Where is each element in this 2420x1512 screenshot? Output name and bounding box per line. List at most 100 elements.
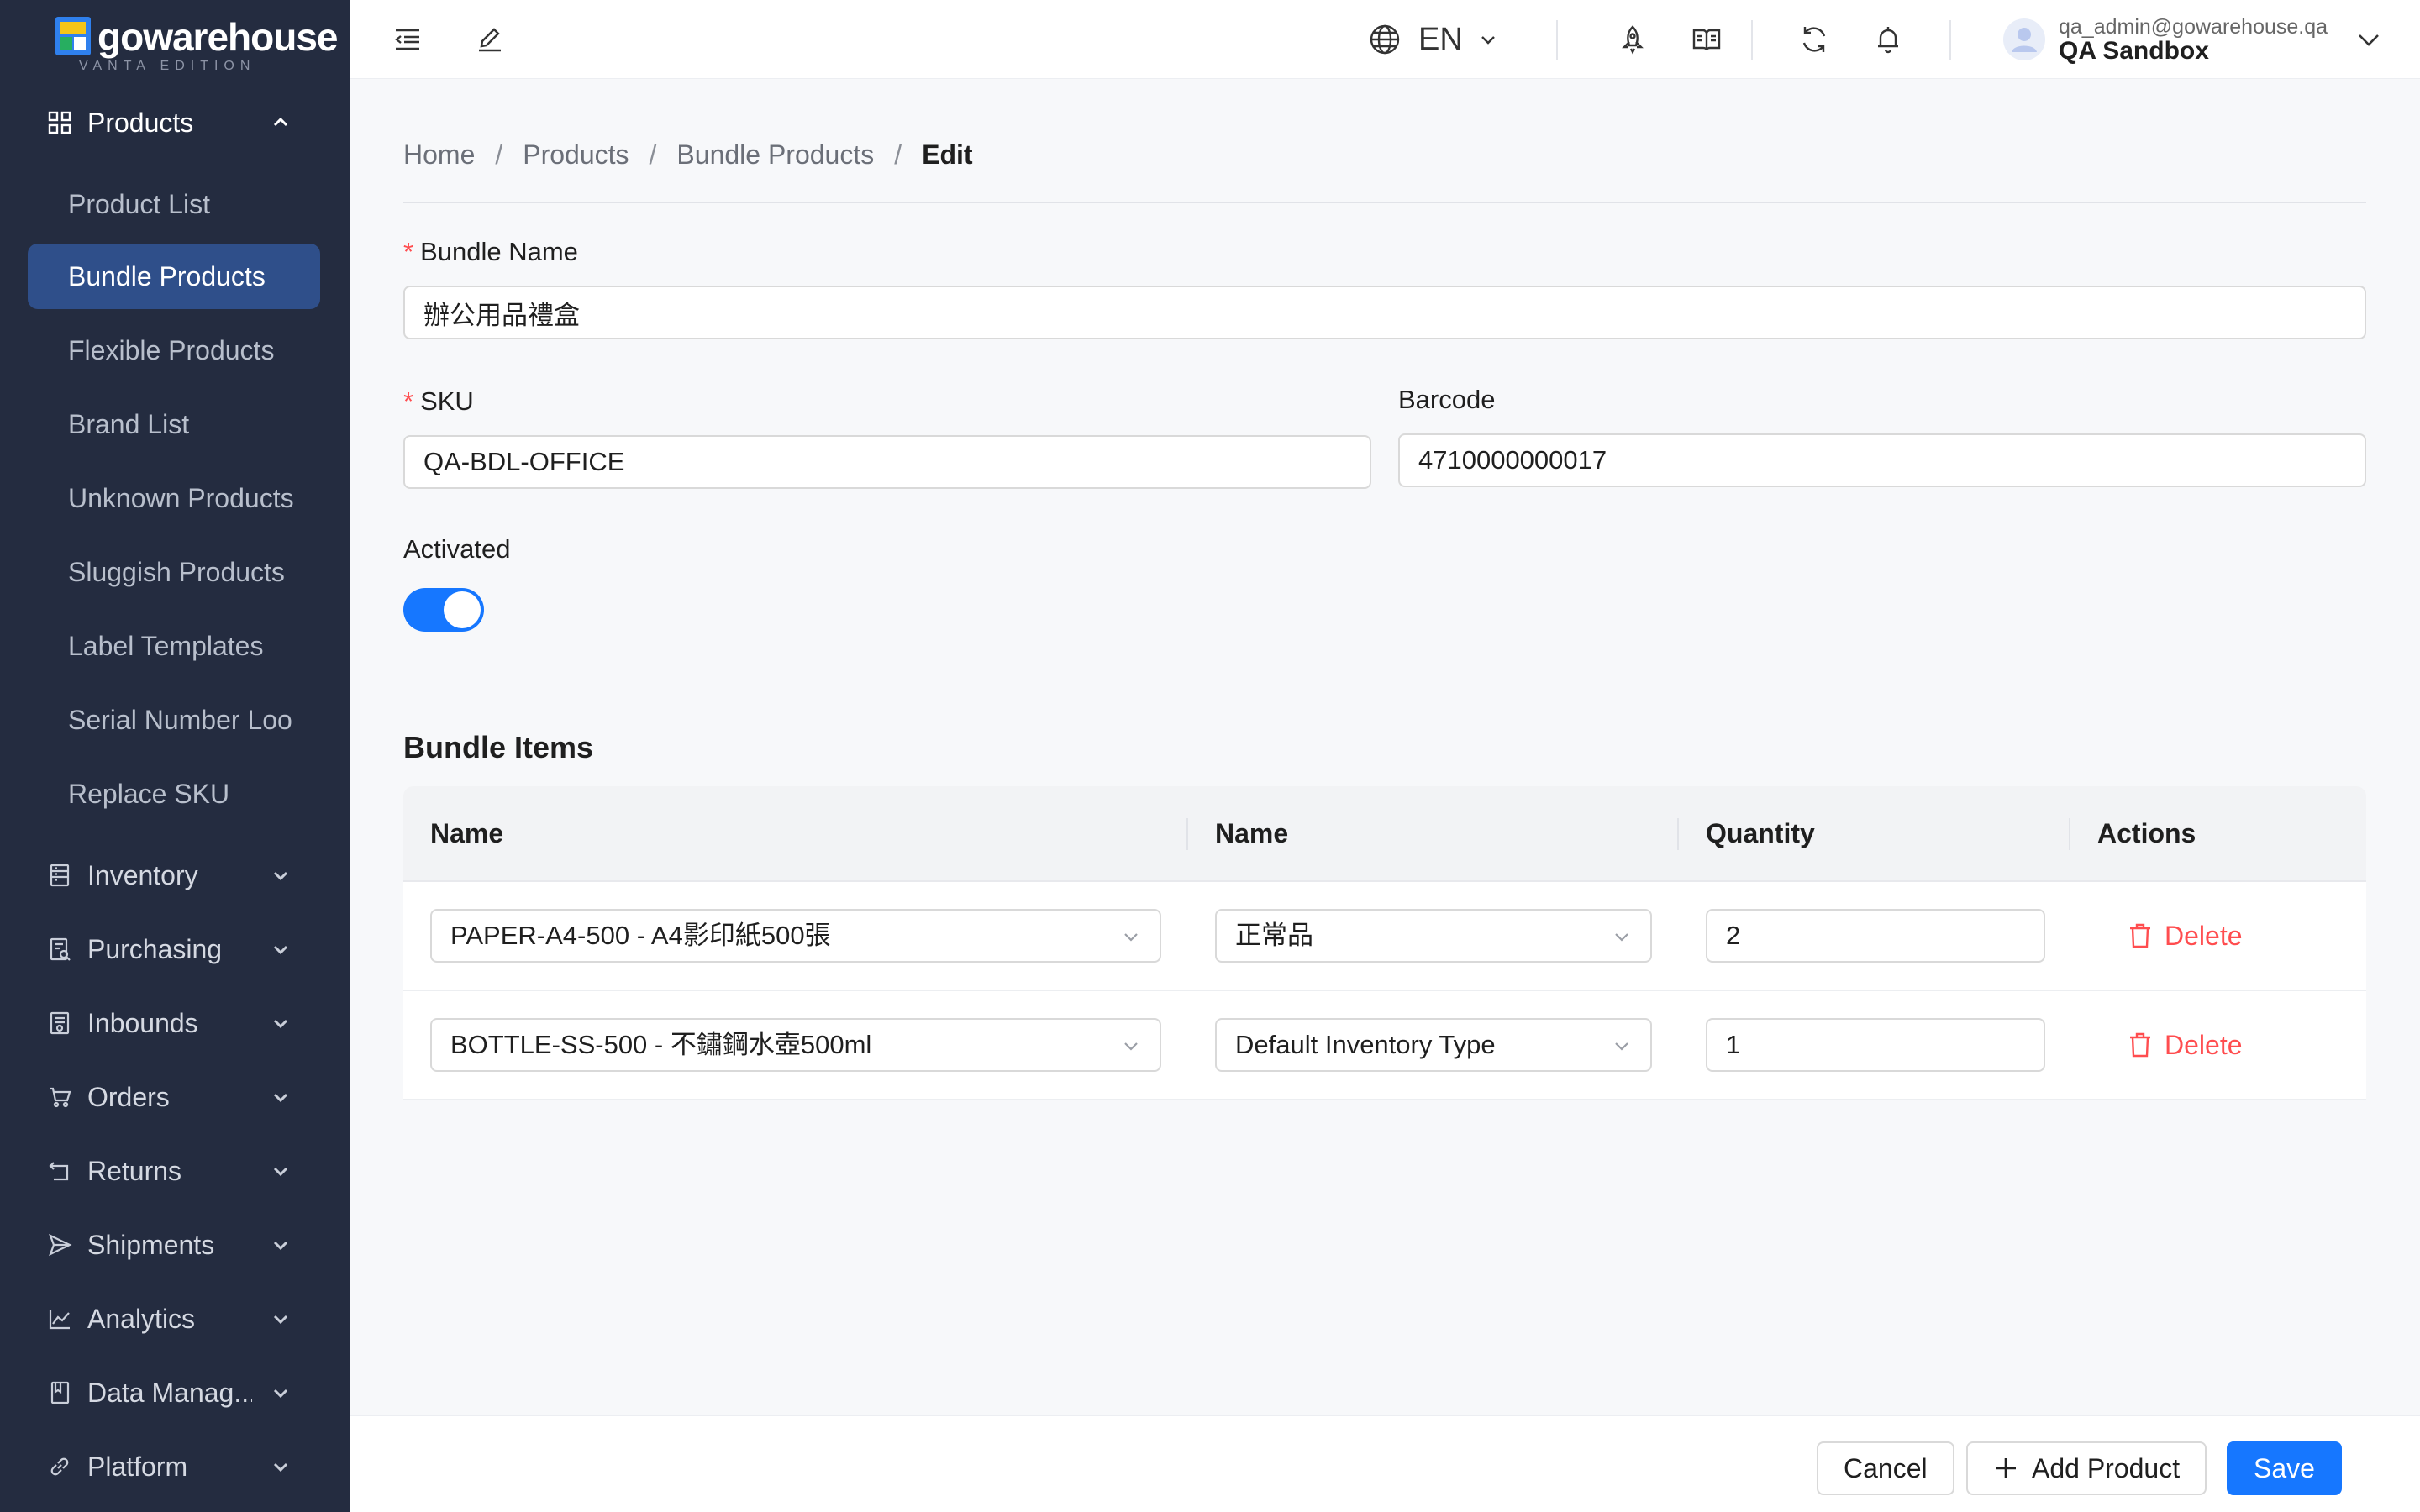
sidebar-item-label-templates[interactable]: Label Templates [28,613,320,679]
brand-edition: VANTA EDITION [79,59,256,73]
chevron-down-icon [2359,34,2379,46]
barcode-input[interactable] [1398,433,2366,487]
brand-logo[interactable]: gowarehouse VANTA EDITION [55,15,339,74]
breadcrumb: Home / Products / Bundle Products / Edit [403,136,973,173]
sidebar-item-label: Serial Number Loo [68,705,292,735]
sidebar-group-label: Analytics [87,1304,196,1334]
required-mark: * [403,237,414,266]
menu-fold-icon[interactable] [392,24,424,55]
sidebar-group-products[interactable]: Products [0,96,350,150]
sidebar-item-bundle-products[interactable]: Bundle Products [28,244,320,309]
table-row: BOTTLE-SS-500 - 不鏽鋼水壺500ml Default Inven… [403,991,2366,1100]
column-header-product: Name [430,818,504,848]
delete-row-button[interactable]: Delete [2128,1025,2243,1065]
sidebar-group-label: Inventory [87,860,198,890]
chevron-down-icon [1481,36,1495,45]
header-divider [1949,20,1951,60]
sidebar-group-orders[interactable]: Orders [0,1070,350,1124]
sidebar-item-serial-number-lookup[interactable]: Serial Number Loo [28,687,320,753]
sidebar-group-label: Orders [87,1082,170,1112]
activated-toggle[interactable] [403,588,484,632]
sidebar-item-label: Bundle Products [68,261,266,291]
barcode-label: Barcode [1398,385,1496,414]
header-divider [1556,20,1558,60]
bundle-name-label-text: Bundle Name [420,237,578,266]
sidebar-group-label: Purchasing [87,934,223,964]
read-icon[interactable] [1691,24,1723,55]
quantity-input[interactable]: 1 [1706,1018,2045,1072]
language-selector[interactable]: EN [1368,20,1498,59]
sidebar-item-brand-list[interactable]: Brand List [28,391,320,457]
sidebar-item-label: Brand List [68,409,190,439]
sidebar: gowarehouse VANTA EDITION Products Produ… [0,0,350,1512]
breadcrumb-products[interactable]: Products [523,136,629,173]
inventory-type-select[interactable]: Default Inventory Type [1215,1018,1652,1072]
product-select[interactable]: BOTTLE-SS-500 - 不鏽鋼水壺500ml [430,1018,1161,1072]
cancel-button[interactable]: Cancel [1817,1441,1954,1495]
edit-icon[interactable] [474,24,506,55]
sidebar-item-replace-sku[interactable]: Replace SKU [28,761,320,827]
inventory-type-select[interactable]: 正常品 [1215,909,1652,963]
rocket-icon[interactable] [1617,24,1649,55]
inventory-icon [50,864,70,887]
user-menu[interactable]: qa_admin@gowarehouse.qa QA Sandbox [2003,12,2390,67]
chevron-down-icon [273,1167,288,1177]
column-divider [1677,818,1679,850]
quantity-input[interactable]: 2 [1706,909,2045,963]
sidebar-group-label: Inbounds [87,1008,198,1038]
column-divider [2069,818,2070,850]
purchasing-icon [50,937,71,961]
language-code: EN [1418,22,1463,57]
toggle-knob [444,591,481,628]
delete-label: Delete [2165,1029,2243,1060]
sidebar-item-product-list[interactable]: Product List [28,171,320,237]
sidebar-group-returns[interactable]: Returns [0,1144,350,1198]
activated-label: Activated [403,534,511,564]
sidebar-group-inventory[interactable]: Inventory [0,848,350,902]
sidebar-group-data-management[interactable]: Data Manag... [0,1366,350,1420]
sidebar-group-purchasing[interactable]: Purchasing [0,922,350,976]
user-organization: QA Sandbox [2059,37,2209,65]
chevron-down-icon [273,1093,288,1103]
delete-label: Delete [2165,920,2243,951]
bundle-name-input[interactable] [403,286,2366,339]
table-row: PAPER-A4-500 - A4影印紙500張 正常品 2 Delete [403,882,2366,991]
chevron-down-icon [273,1462,288,1473]
bell-icon[interactable] [1872,24,1904,55]
chevron-down-icon [273,871,288,881]
delete-row-button[interactable]: Delete [2128,916,2243,956]
sku-label: * SKU [403,385,474,418]
breadcrumb-separator: / [649,139,657,170]
add-product-button[interactable]: Add Product [1966,1441,2207,1495]
breadcrumb-current: Edit [922,139,973,170]
appstore-icon [48,111,71,134]
sidebar-group-inbounds[interactable]: Inbounds [0,996,350,1050]
product-select[interactable]: PAPER-A4-500 - A4影印紙500張 [430,909,1161,963]
product-select-value: PAPER-A4-500 - A4影印紙500張 [450,921,831,950]
trash-icon [2130,1032,2150,1058]
sync-icon[interactable] [1798,24,1830,55]
sidebar-item-sluggish-products[interactable]: Sluggish Products [28,539,320,605]
column-header-actions: Actions [2097,818,2196,848]
bundle-items-title: Bundle Items [403,730,594,764]
bundle-name-label: * Bundle Name [403,235,578,269]
chevron-up-icon [273,117,288,127]
breadcrumb-home[interactable]: Home [403,136,475,173]
form-footer: Cancel Add Product Save [350,1415,2420,1512]
brand-name: gowarehouse [97,15,339,59]
cart-icon [50,1087,71,1108]
avatar [2003,18,2045,60]
sidebar-item-flexible-products[interactable]: Flexible Products [28,318,320,383]
column-divider [1186,818,1188,850]
sidebar-group-platform[interactable]: Platform [0,1440,350,1494]
breadcrumb-bundle-products[interactable]: Bundle Products [676,136,874,173]
sidebar-item-unknown-products[interactable]: Unknown Products [28,465,320,531]
column-header-inventory-type: Name [1215,818,1289,848]
sidebar-item-label: Product List [68,189,210,219]
save-button[interactable]: Save [2227,1441,2342,1495]
sku-input[interactable] [403,435,1371,489]
inventory-type-value: Default Inventory Type [1235,1030,1496,1059]
sidebar-group-analytics[interactable]: Analytics [0,1292,350,1346]
sidebar-group-shipments[interactable]: Shipments [0,1218,350,1272]
chevron-down-icon [1615,1042,1628,1051]
